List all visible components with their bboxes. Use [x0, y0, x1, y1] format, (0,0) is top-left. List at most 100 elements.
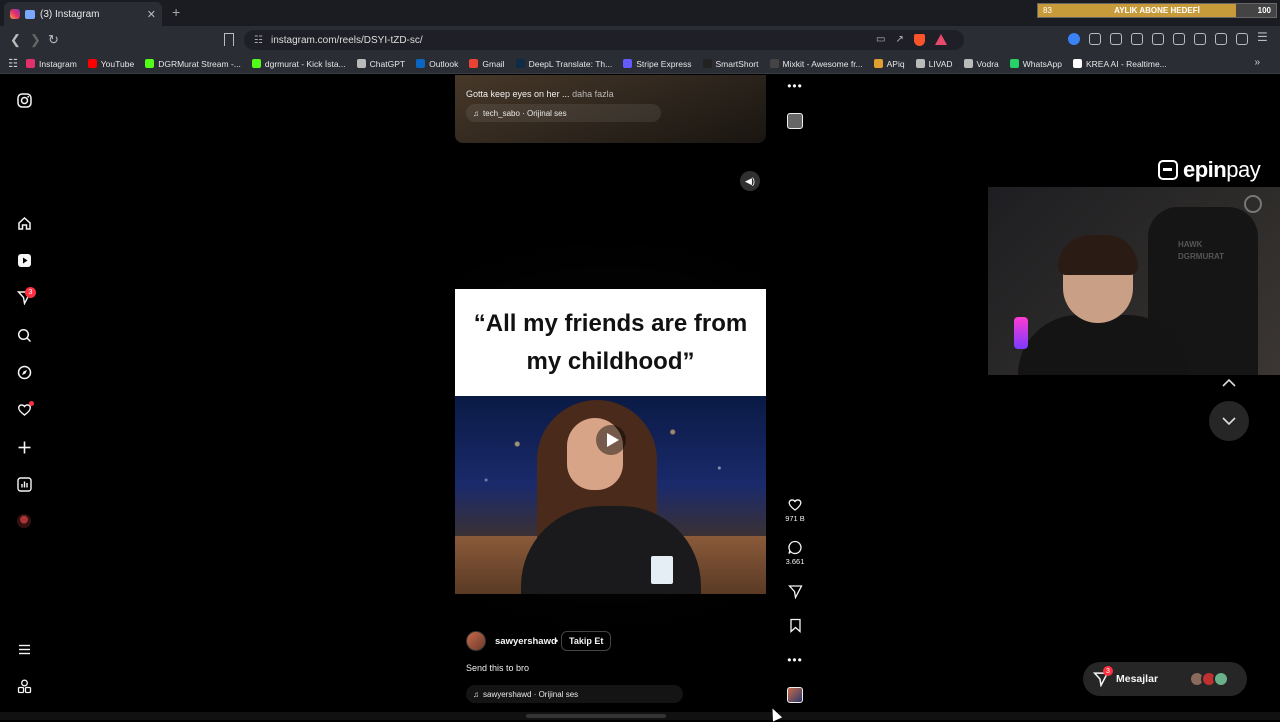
play-icon[interactable]: [596, 425, 626, 455]
bookmarks-overflow-icon[interactable]: »: [1254, 57, 1260, 68]
address-bar-actions: ▭ ↗: [876, 34, 947, 46]
save-action[interactable]: [783, 618, 807, 633]
bookmark-item[interactable]: SmartShort: [702, 59, 759, 69]
reload-icon[interactable]: ↻: [48, 32, 59, 48]
bookmark-favicon-icon: [251, 59, 261, 68]
messages-button[interactable]: 3 Mesajlar: [1083, 662, 1247, 696]
create-plus-icon[interactable]: [16, 439, 32, 455]
reel-audio[interactable]: ♫ sawyershawd · Orijinal ses: [466, 685, 683, 703]
bookmark-label: LIVAD: [928, 58, 953, 69]
dashboard-icon[interactable]: [16, 476, 32, 492]
volume-icon[interactable]: ◀): [740, 171, 760, 191]
reel-video[interactable]: ◀) “All my friends are from my childhood…: [455, 165, 766, 720]
scrollbar-thumb[interactable]: [526, 714, 666, 718]
bookmark-item[interactable]: DeepL Translate: Th...: [515, 59, 612, 69]
bookmark-item[interactable]: APiq: [873, 59, 905, 69]
wallet-icon[interactable]: [1194, 33, 1206, 45]
previous-reel[interactable]: Gotta keep eyes on her ... daha fazla ♫ …: [455, 75, 766, 143]
reel-actions: ••• 971 B 3.661 •••: [783, 75, 807, 720]
bookmark-item[interactable]: WhatsApp: [1009, 59, 1062, 69]
bookmarks-bar: ☷ Instagram YouTube DGRMurat Stream -... dg…: [0, 54, 1280, 74]
bookmark-item[interactable]: KREA AI - Realtime...: [1072, 59, 1167, 69]
instagram-logo-icon[interactable]: [16, 92, 32, 108]
share-icon[interactable]: ↗: [895, 34, 903, 46]
forward-icon[interactable]: ❯: [30, 32, 41, 48]
bookmark-favicon-icon: [963, 59, 973, 68]
vpn-icon[interactable]: [1236, 33, 1248, 45]
comment-icon[interactable]: [787, 540, 803, 555]
bookmark-label: ChatGPT: [369, 58, 406, 69]
address-bar-url: instagram.com/reels/DSYI-tZD-sc/: [270, 34, 423, 46]
previous-reel-audio[interactable]: ♫ tech_sabo · Orijinal ses: [466, 104, 661, 122]
bookmark-item[interactable]: Gmail: [469, 59, 505, 69]
new-tab-button[interactable]: +: [172, 4, 180, 20]
more-link[interactable]: daha fazla: [572, 89, 614, 99]
follow-button[interactable]: Takip Et: [561, 631, 612, 651]
separator-dot: •: [555, 636, 559, 646]
like-count: 971 B: [785, 514, 805, 523]
more-options-icon[interactable]: •••: [783, 653, 807, 667]
like-action[interactable]: 971 B: [783, 497, 807, 523]
bookmark-item[interactable]: DGRMurat Stream -...: [145, 59, 241, 69]
reel-audio-thumb[interactable]: [787, 687, 803, 703]
close-tab-icon[interactable]: ✕: [147, 8, 156, 21]
bookmark-favicon-icon: [26, 59, 35, 68]
extension-icon[interactable]: [1089, 33, 1101, 45]
next-reel-button[interactable]: [1209, 401, 1249, 441]
previous-reel-audio-thumb[interactable]: [787, 113, 803, 129]
brave-rewards-icon[interactable]: [934, 34, 947, 45]
home-icon[interactable]: [16, 215, 32, 231]
bookmark-page-icon[interactable]: [224, 33, 234, 46]
reel-quote-banner: “All my friends are from my childhood”: [455, 289, 766, 396]
bookmark-label: YouTube: [100, 58, 135, 69]
bookmark-item[interactable]: Vodra: [963, 59, 999, 69]
explore-icon[interactable]: [16, 364, 32, 380]
bookmark-item[interactable]: YouTube: [87, 58, 135, 69]
also-from-meta-icon[interactable]: [16, 678, 32, 694]
send-icon[interactable]: [787, 584, 803, 599]
leo-icon[interactable]: [1215, 33, 1227, 45]
author-username[interactable]: sawyershawd: [495, 636, 557, 647]
brave-shields-icon[interactable]: [913, 34, 925, 46]
comment-count: 3.661: [785, 557, 805, 566]
media-icon[interactable]: [1152, 33, 1164, 45]
bookmark-item[interactable]: Outlook: [416, 59, 458, 69]
search-icon[interactable]: [16, 327, 32, 343]
instagram-sidebar: 3: [0, 75, 48, 720]
more-menu-icon[interactable]: [16, 641, 32, 657]
bookmark-icon[interactable]: [789, 618, 802, 633]
reels-icon[interactable]: [16, 252, 32, 268]
sponsor-logo-icon: [1158, 160, 1178, 180]
bookmark-item[interactable]: LIVAD: [915, 58, 953, 69]
author-avatar[interactable]: [466, 631, 486, 651]
comment-action[interactable]: 3.661: [783, 540, 807, 566]
bookmark-item[interactable]: ChatGPT: [356, 58, 406, 69]
back-icon[interactable]: ❮: [10, 32, 21, 48]
bookmark-favicon-icon: [87, 59, 97, 68]
site-info-icon[interactable]: ☷: [254, 35, 263, 46]
previous-reel-caption-text: Gotta keep eyes on her ...: [466, 89, 570, 99]
sidebar-icon[interactable]: [1173, 33, 1185, 45]
extension-icon[interactable]: [1110, 33, 1122, 45]
menu-icon[interactable]: ☰: [1257, 30, 1268, 45]
bookmark-label: Stripe Express: [636, 58, 692, 69]
cast-icon[interactable]: ▭: [876, 34, 885, 46]
address-bar[interactable]: ☷ instagram.com/reels/DSYI-tZD-sc/: [244, 30, 964, 50]
heart-icon[interactable]: [787, 497, 803, 512]
browser-tab-instagram[interactable]: (3) Instagram ✕: [4, 2, 162, 26]
profile-avatar[interactable]: [16, 513, 32, 529]
horizontal-scrollbar[interactable]: [0, 712, 1280, 720]
puzzle-icon[interactable]: [1131, 33, 1143, 45]
reel-video-frame[interactable]: [455, 396, 766, 594]
bookmark-item[interactable]: Stripe Express: [623, 58, 692, 69]
bookmark-item[interactable]: dgrmurat - Kick İsta...: [251, 59, 346, 69]
bookmark-favicon-icon: [1072, 59, 1082, 68]
extension-icon[interactable]: [1068, 33, 1080, 45]
apps-grid-icon[interactable]: ☷: [0, 57, 26, 70]
share-action[interactable]: [783, 584, 807, 599]
previous-reel-caption: Gotta keep eyes on her ... daha fazla: [466, 89, 614, 99]
bookmark-item[interactable]: Instagram: [26, 59, 77, 69]
tab-audio-icon[interactable]: [25, 9, 35, 19]
previous-reel-more-icon[interactable]: •••: [783, 79, 807, 93]
bookmark-item[interactable]: Mixkit - Awesome fr...: [769, 59, 863, 69]
